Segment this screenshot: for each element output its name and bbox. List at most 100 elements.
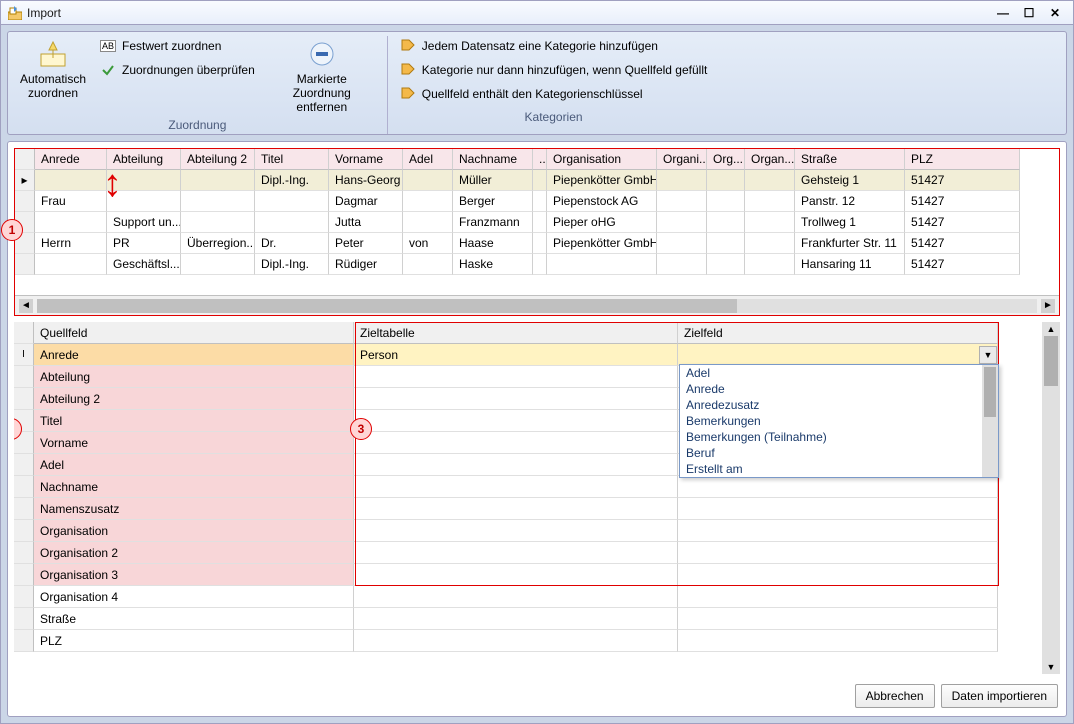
cell[interactable]: Dr. (255, 233, 329, 254)
quellfeld-cell[interactable]: Abteilung (34, 366, 354, 388)
cell[interactable]: Hansaring 11 (795, 254, 905, 275)
mapping-row[interactable]: Organisation 2 (14, 542, 1042, 564)
cell[interactable] (181, 191, 255, 212)
cell[interactable]: Piepenstock AG (547, 191, 657, 212)
cell[interactable] (181, 254, 255, 275)
preview-row[interactable]: HerrnPRÜberregion...Dr.PetervonHaasePiep… (15, 233, 1059, 254)
quellfeld-cell[interactable]: PLZ (34, 630, 354, 652)
cell[interactable] (745, 170, 795, 191)
quellfeld-cell[interactable]: Namenszusatz (34, 498, 354, 520)
mapping-grid[interactable]: 2 3 Quellfeld Zieltabelle Zielfeld IAnre… (14, 322, 1042, 674)
preview-row[interactable]: Geschäftsl...Dipl.-Ing.RüdigerHaskeHansa… (15, 254, 1059, 275)
zieltabelle-cell[interactable] (354, 498, 678, 520)
quellfeld-cell[interactable]: Organisation 3 (34, 564, 354, 586)
cell[interactable] (35, 212, 107, 233)
maximize-button[interactable]: ☐ (1017, 4, 1041, 22)
cell[interactable] (745, 212, 795, 233)
zielfeld-cell[interactable] (678, 542, 998, 564)
dropdown-item[interactable]: Bemerkungen (680, 413, 982, 429)
quellfeld-cell[interactable]: Organisation 2 (34, 542, 354, 564)
cell[interactable]: Piepenkötter GmbH (547, 170, 657, 191)
cell[interactable]: Dipl.-Ing. (255, 254, 329, 275)
cell[interactable] (745, 191, 795, 212)
mapping-row[interactable]: IAnredePerson (14, 344, 1042, 366)
cell[interactable] (403, 254, 453, 275)
zieltabelle-cell[interactable] (354, 388, 678, 410)
mapping-row[interactable]: Organisation 4 (14, 586, 1042, 608)
cell[interactable] (745, 233, 795, 254)
zielfeld-cell[interactable] (678, 586, 998, 608)
quellfeld-cell[interactable]: Adel (34, 454, 354, 476)
cell[interactable] (533, 233, 547, 254)
cell[interactable] (533, 191, 547, 212)
kat-filled-button[interactable]: Kategorie nur dann hinzufügen, wenn Quel… (398, 60, 710, 80)
check-assignments-button[interactable]: Zuordnungen überprüfen (98, 60, 257, 80)
cell[interactable] (657, 233, 707, 254)
mapping-row[interactable]: Organisation 3 (14, 564, 1042, 586)
cell[interactable]: Trollweg 1 (795, 212, 905, 233)
mapping-row[interactable]: Namenszusatz (14, 498, 1042, 520)
zieltabelle-cell[interactable] (354, 432, 678, 454)
quellfeld-cell[interactable]: Titel (34, 410, 354, 432)
quellfeld-cell[interactable]: Abteilung 2 (34, 388, 354, 410)
mapping-row[interactable]: PLZ (14, 630, 1042, 652)
dropdown-item[interactable]: Anredezusatz (680, 397, 982, 413)
cell[interactable]: Franzmann (453, 212, 533, 233)
cell[interactable]: Support un... (107, 212, 181, 233)
quellfeld-cell[interactable]: Anrede (34, 344, 354, 366)
cell[interactable] (181, 170, 255, 191)
col-anrede[interactable]: Anrede (35, 149, 107, 170)
cell[interactable] (657, 212, 707, 233)
zieltabelle-cell[interactable] (354, 366, 678, 388)
col-zielfeld[interactable]: Zielfeld (678, 322, 998, 344)
remove-assignment-button[interactable]: Markierte Zuordnung entfernen (267, 36, 377, 116)
cell[interactable] (657, 170, 707, 191)
zieltabelle-cell[interactable]: Person (354, 344, 678, 366)
zielfeld-cell[interactable] (678, 344, 998, 366)
col-plz[interactable]: PLZ (905, 149, 1020, 170)
import-button[interactable]: Daten importieren (941, 684, 1058, 708)
dropdown-item[interactable]: Erstellt am (680, 461, 982, 477)
cell[interactable]: Pieper oHG (547, 212, 657, 233)
cell[interactable]: 51427 (905, 170, 1020, 191)
zielfeld-cell[interactable] (678, 608, 998, 630)
zieltabelle-cell[interactable] (354, 586, 678, 608)
cell[interactable]: 51427 (905, 233, 1020, 254)
cell[interactable] (35, 170, 107, 191)
cell[interactable]: Geschäftsl... (107, 254, 181, 275)
zielfeld-dropdown-button[interactable]: ▼ (979, 346, 997, 364)
cell[interactable]: 51427 (905, 254, 1020, 275)
col-abteilung2[interactable]: Abteilung 2 (181, 149, 255, 170)
fixed-value-button[interactable]: AB Festwert zuordnen (98, 36, 257, 56)
cell[interactable] (547, 254, 657, 275)
cell[interactable]: Panstr. 12 (795, 191, 905, 212)
zielfeld-cell[interactable] (678, 476, 998, 498)
cell[interactable] (403, 191, 453, 212)
col-org4[interactable]: Organ... (745, 149, 795, 170)
cell[interactable]: Peter (329, 233, 403, 254)
col-titel[interactable]: Titel (255, 149, 329, 170)
col-dots[interactable]: ... (533, 149, 547, 170)
zieltabelle-cell[interactable] (354, 410, 678, 432)
quellfeld-cell[interactable]: Organisation (34, 520, 354, 542)
col-abteilung[interactable]: Abteilung (107, 149, 181, 170)
cancel-button[interactable]: Abbrechen (855, 684, 935, 708)
cell[interactable] (533, 254, 547, 275)
cell[interactable]: Frau (35, 191, 107, 212)
cell[interactable]: Überregion... (181, 233, 255, 254)
quellfeld-cell[interactable]: Straße (34, 608, 354, 630)
dropdown-item[interactable]: Bemerkungen (Teilnahme) (680, 429, 982, 445)
cell[interactable] (707, 191, 745, 212)
cell[interactable] (707, 170, 745, 191)
col-org3[interactable]: Org... (707, 149, 745, 170)
cell[interactable]: Piepenkötter GmbH (547, 233, 657, 254)
zieltabelle-cell[interactable] (354, 564, 678, 586)
cell[interactable]: Gehsteig 1 (795, 170, 905, 191)
quellfeld-cell[interactable]: Organisation 4 (34, 586, 354, 608)
kat-every-button[interactable]: Jedem Datensatz eine Kategorie hinzufüge… (398, 36, 710, 56)
col-quellfeld[interactable]: Quellfeld (34, 322, 354, 344)
zielfeld-dropdown[interactable]: AdelAnredeAnredezusatzBemerkungenBemerku… (679, 364, 999, 478)
cell[interactable]: Dagmar (329, 191, 403, 212)
dropdown-item[interactable]: Anrede (680, 381, 982, 397)
mapping-vscrollbar[interactable]: ▲ ▼ (1042, 322, 1060, 674)
